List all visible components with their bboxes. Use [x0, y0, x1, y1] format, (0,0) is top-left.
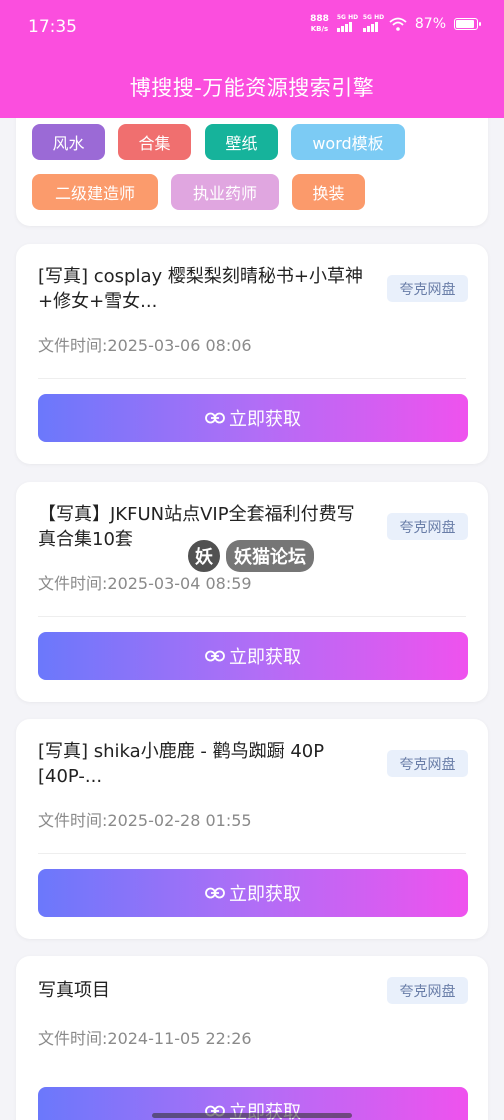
tag-dressup[interactable]: 换装	[292, 174, 365, 210]
signal-icon: 5G HD	[336, 14, 358, 32]
get-button-label: 立即获取	[229, 647, 301, 668]
result-card[interactable]: 写真项目 夸克网盘 文件时间:2024-11-05 22:26 立即获取	[16, 956, 488, 1120]
link-icon	[205, 412, 225, 424]
get-button[interactable]: 立即获取	[38, 869, 468, 917]
source-badge: 夸克网盘	[387, 750, 468, 777]
net-speed: 888 KB/s	[310, 14, 329, 33]
tag-collection[interactable]: 合集	[118, 124, 191, 160]
app-header: 17:35 888 KB/s 5G HD 5G HD 87% 博搜搜-万能资源搜…	[0, 0, 504, 118]
tag-fengshui[interactable]: 风水	[32, 124, 105, 160]
link-icon	[205, 887, 225, 899]
result-title: 写真项目	[38, 980, 110, 1001]
source-badge: 夸克网盘	[387, 513, 468, 540]
source-badge: 夸克网盘	[387, 977, 468, 1004]
tag-pharmacist[interactable]: 执业药师	[171, 174, 279, 210]
link-icon	[205, 650, 225, 662]
status-icons: 888 KB/s 5G HD 5G HD 87%	[310, 14, 481, 34]
result-card[interactable]: 【写真】JKFUN站点VIP全套福利付费写真合集10套 夸克网盘 文件时间:20…	[16, 482, 488, 702]
tag-constructor[interactable]: 二级建造师	[32, 174, 158, 210]
tag-wallpaper[interactable]: 壁纸	[205, 124, 278, 160]
wifi-icon	[389, 17, 407, 31]
divider	[38, 378, 466, 379]
tag-word-template[interactable]: word模板	[291, 124, 405, 160]
battery-percent: 87%	[414, 16, 446, 32]
result-card[interactable]: [写真] cosplay 樱梨梨刻晴秘书+小草神+修女+雪女... 夸克网盘 文…	[16, 244, 488, 464]
page-title: 博搜搜-万能资源搜索引擎	[129, 76, 375, 100]
forum-watermark: 妖 妖猫论坛	[186, 538, 314, 574]
get-button[interactable]: 立即获取	[38, 632, 468, 680]
get-button-label: 立即获取	[229, 884, 301, 905]
status-bar: 17:35 888 KB/s 5G HD 5G HD 87%	[0, 0, 504, 56]
divider	[38, 853, 466, 854]
cat-logo-icon: 妖	[186, 538, 222, 574]
file-time: 文件时间:2025-02-28 01:55	[38, 811, 252, 830]
source-badge: 夸克网盘	[387, 275, 468, 302]
result-title: [写真] shika小鹿鹿 - 鹳鸟踟蹰 40P [40P-...	[38, 741, 325, 787]
get-button[interactable]: 立即获取	[38, 394, 468, 442]
result-title: [写真] cosplay 樱梨梨刻晴秘书+小草神+修女+雪女...	[38, 266, 363, 312]
get-button-label: 立即获取	[229, 409, 301, 430]
divider	[38, 616, 466, 617]
battery-icon	[454, 18, 481, 30]
file-time: 文件时间:2024-11-05 22:26	[38, 1029, 252, 1048]
result-card[interactable]: [写真] shika小鹿鹿 - 鹳鸟踟蹰 40P [40P-... 夸克网盘 文…	[16, 719, 488, 939]
file-time: 文件时间:2025-03-06 08:06	[38, 336, 252, 355]
signal-icon-2: 5G HD	[362, 14, 384, 32]
home-indicator[interactable]	[152, 1113, 352, 1118]
status-time: 17:35	[28, 17, 77, 37]
watermark-text: 妖猫论坛	[226, 540, 314, 572]
